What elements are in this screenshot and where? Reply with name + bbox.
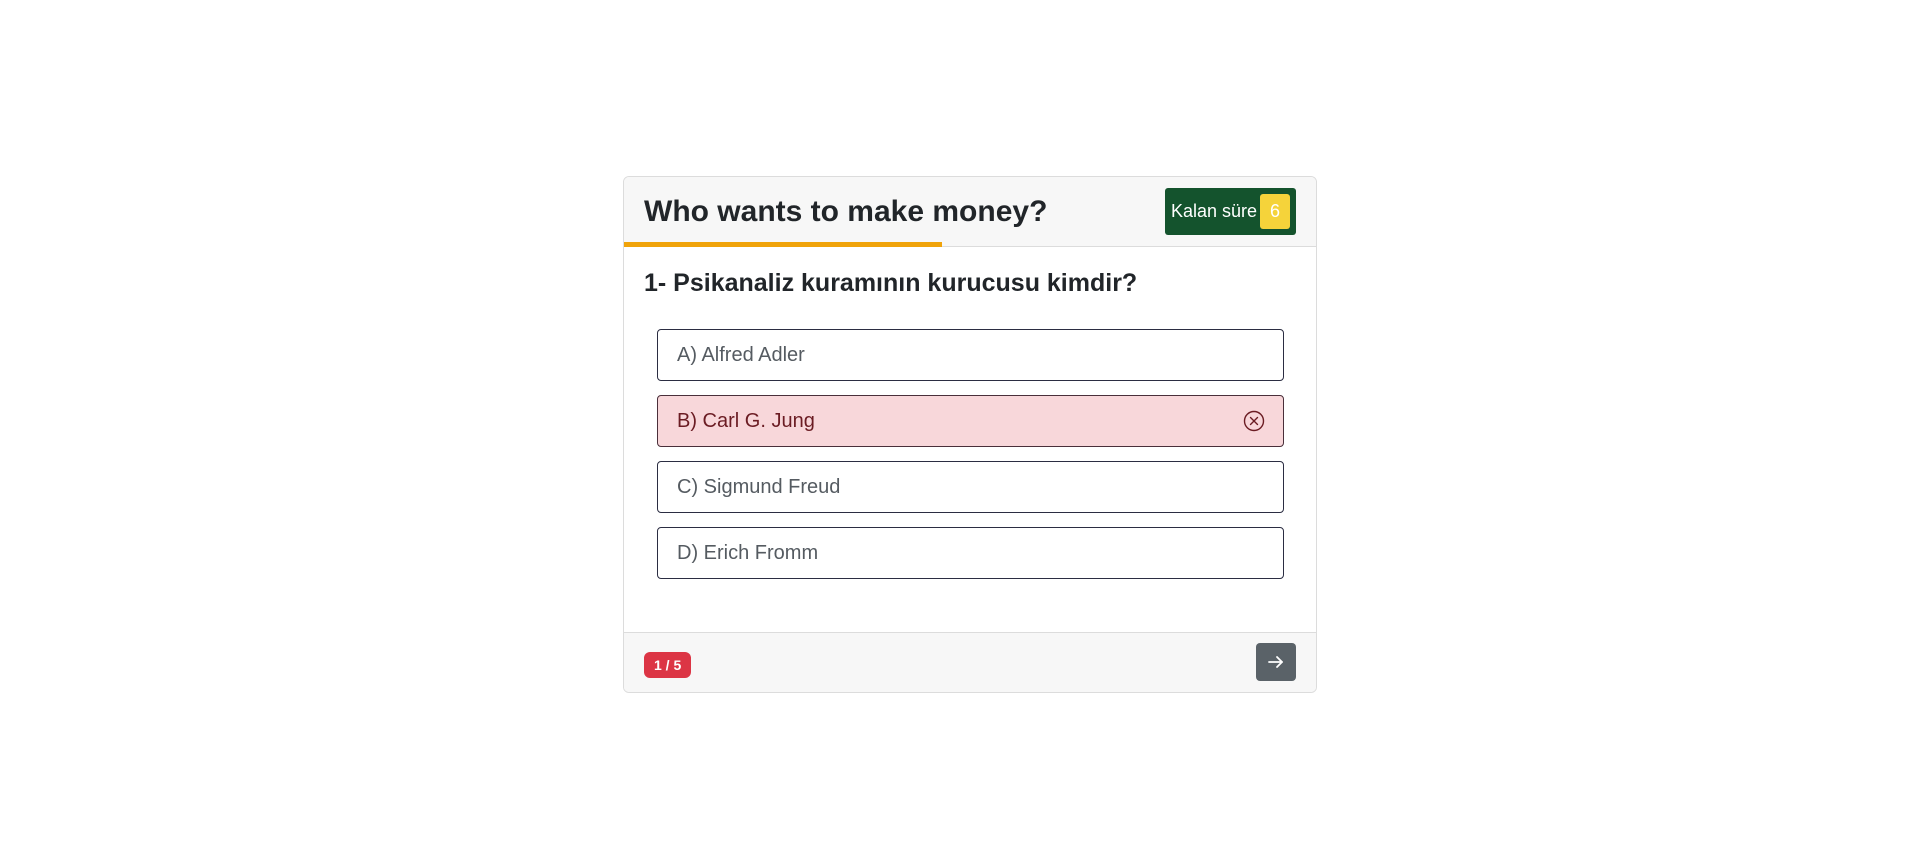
- card-body: 1- Psikanaliz kuramının kurucusu kimdir?…: [624, 247, 1316, 633]
- timer-label: Kalan süre: [1170, 201, 1257, 221]
- answer-option-b[interactable]: B) Carl G. Jung: [657, 395, 1284, 447]
- x-circle-icon: [1243, 410, 1265, 432]
- next-question-button[interactable]: [1256, 643, 1296, 681]
- quiz-title: Who wants to make money?: [644, 195, 1048, 228]
- quiz-card: Who wants to make money? Kalan süre 6 1-…: [623, 176, 1317, 693]
- question-counter-badge: 1 / 5: [644, 652, 692, 678]
- card-footer: 1 / 5: [624, 632, 1316, 692]
- answer-option-a[interactable]: A) Alfred Adler: [657, 329, 1284, 381]
- arrow-right-icon: [1268, 656, 1283, 668]
- answer-option-c[interactable]: C) Sigmund Freud: [657, 461, 1284, 513]
- answer-options: A) Alfred Adler B) Carl G. Jung C) Sigmu…: [657, 329, 1284, 579]
- card-header: Who wants to make money? Kalan süre 6: [624, 177, 1316, 247]
- option-label: D) Erich Fromm: [677, 541, 819, 564]
- timer-box: Kalan süre 6: [1164, 188, 1296, 235]
- option-label: C) Sigmund Freud: [677, 475, 841, 498]
- option-label: B) Carl G. Jung: [677, 409, 815, 432]
- option-label: A) Alfred Adler: [677, 343, 805, 366]
- question-text: 1- Psikanaliz kuramının kurucusu kimdir?: [644, 269, 1138, 297]
- timer-value: 6: [1260, 194, 1290, 229]
- answer-option-d[interactable]: D) Erich Fromm: [657, 527, 1284, 579]
